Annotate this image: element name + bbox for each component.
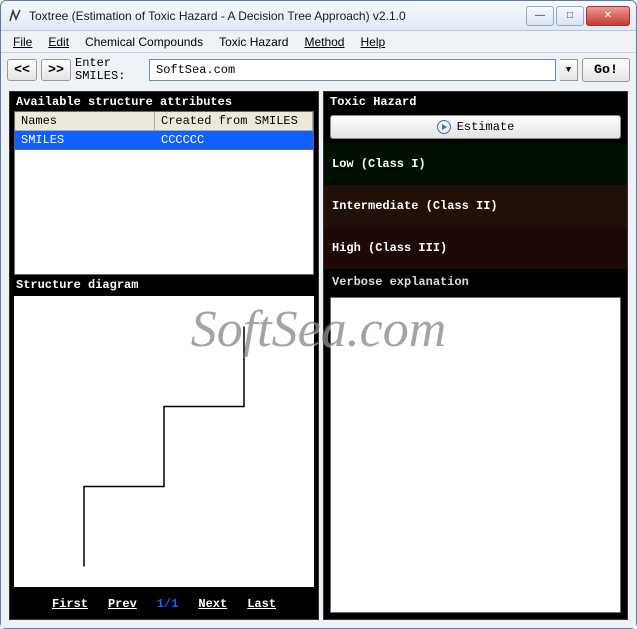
go-button[interactable]: Go! [582, 58, 630, 82]
left-pane: Available structure attributes Names Cre… [9, 91, 319, 620]
close-button[interactable]: ✕ [586, 6, 630, 26]
explanation-area[interactable] [330, 297, 621, 613]
menu-method[interactable]: Method [296, 33, 352, 51]
app-window: Toxtree (Estimation of Toxic Hazard - A … [0, 0, 637, 629]
menu-help[interactable]: Help [352, 33, 393, 51]
menu-edit[interactable]: Edit [40, 33, 77, 51]
pager-last[interactable]: Last [247, 597, 276, 611]
smiles-input[interactable] [149, 59, 556, 81]
estimate-button[interactable]: Estimate [330, 115, 621, 139]
estimate-label: Estimate [457, 120, 515, 134]
hazard-title: Toxic Hazard [324, 92, 627, 111]
col-names-header[interactable]: Names [15, 112, 155, 130]
menubar: File Edit Chemical Compounds Toxic Hazar… [1, 31, 636, 53]
titlebar[interactable]: Toxtree (Estimation of Toxic Hazard - A … [1, 1, 636, 31]
smiles-label: Enter SMILES: [75, 57, 145, 83]
window-title: Toxtree (Estimation of Toxic Hazard - A … [29, 9, 526, 23]
smiles-dropdown-arrow[interactable]: ▼ [560, 59, 578, 81]
hazard-high[interactable]: High (Class III) [324, 227, 627, 269]
pager-prev[interactable]: Prev [108, 597, 137, 611]
pager-counter: 1/1 [157, 597, 179, 611]
attr-name-cell: SMILES [15, 131, 155, 149]
play-icon [437, 120, 451, 134]
next-record-button[interactable]: >> [41, 59, 71, 81]
diagram-title: Structure diagram [10, 275, 318, 294]
pager: First Prev 1/1 Next Last [10, 591, 318, 619]
col-value-header[interactable]: Created from SMILES [155, 112, 313, 130]
menu-hazard[interactable]: Toxic Hazard [211, 33, 296, 51]
app-icon [7, 8, 23, 24]
attributes-empty-area [14, 150, 314, 275]
structure-diagram [14, 296, 314, 587]
content-area: Available structure attributes Names Cre… [1, 87, 636, 628]
explanation-title: Verbose explanation [324, 269, 627, 295]
hazard-classes: Low (Class I) Intermediate (Class II) Hi… [324, 143, 627, 269]
maximize-button[interactable]: □ [556, 6, 584, 26]
prev-record-button[interactable]: << [7, 59, 37, 81]
pager-next[interactable]: Next [198, 597, 227, 611]
attributes-table: Names Created from SMILES SMILES CCCCCC [14, 111, 314, 150]
hazard-low[interactable]: Low (Class I) [324, 143, 627, 185]
hazard-intermediate[interactable]: Intermediate (Class II) [324, 185, 627, 227]
minimize-button[interactable]: — [526, 6, 554, 26]
attr-value-cell: CCCCCC [155, 131, 313, 149]
attributes-header: Names Created from SMILES [15, 112, 313, 131]
menu-compounds[interactable]: Chemical Compounds [77, 33, 211, 51]
attributes-title: Available structure attributes [10, 92, 318, 111]
toolbar: << >> Enter SMILES: ▼ Go! [1, 53, 636, 87]
pager-first[interactable]: First [52, 597, 88, 611]
attribute-row[interactable]: SMILES CCCCCC [15, 131, 313, 149]
menu-file[interactable]: File [5, 33, 40, 51]
right-pane: Toxic Hazard Estimate Low (Class I) Inte… [323, 91, 628, 620]
